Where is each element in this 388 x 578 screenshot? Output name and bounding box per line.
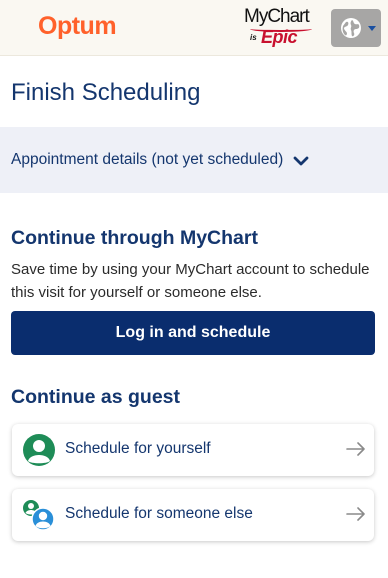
mychart-section-heading: Continue through MyChart	[11, 227, 258, 249]
globe-icon	[341, 18, 361, 38]
person-icon	[23, 434, 55, 466]
guest-section-heading: Continue as guest	[11, 386, 181, 408]
schedule-for-yourself-label: Schedule for yourself	[65, 440, 211, 457]
language-button[interactable]	[331, 9, 381, 47]
app-header: Optum MyChart is Epic	[0, 0, 388, 56]
people-icon	[23, 500, 55, 531]
schedule-for-someone-else-label: Schedule for someone else	[65, 505, 253, 522]
mychart-wordmark: MyChart	[244, 6, 310, 27]
mychart-section-description: Save time by using your MyChart account …	[11, 261, 370, 301]
caret-down-icon	[368, 26, 376, 31]
mychart-is-text: is	[250, 33, 257, 42]
page-title: Finish Scheduling	[11, 79, 201, 106]
optum-logo[interactable]: Optum	[38, 12, 117, 41]
appointment-details-section: Appointment details (not yet scheduled)	[0, 127, 388, 193]
log-in-and-schedule-button[interactable]: Log in and schedule	[11, 311, 375, 355]
arrow-right-icon	[346, 442, 365, 456]
arrow-right-icon	[346, 507, 365, 521]
appointment-details-label: Appointment details (not yet scheduled)	[11, 151, 284, 168]
epic-wordmark: Epic	[261, 27, 298, 47]
appointment-details-toggle[interactable]: Appointment details (not yet scheduled)	[11, 151, 309, 169]
mychart-epic-logo: MyChart is Epic	[244, 6, 318, 48]
schedule-for-yourself-card[interactable]: Schedule for yourself	[12, 424, 374, 476]
chevron-down-icon	[293, 156, 309, 165]
schedule-for-someone-else-card[interactable]: Schedule for someone else	[12, 489, 374, 541]
